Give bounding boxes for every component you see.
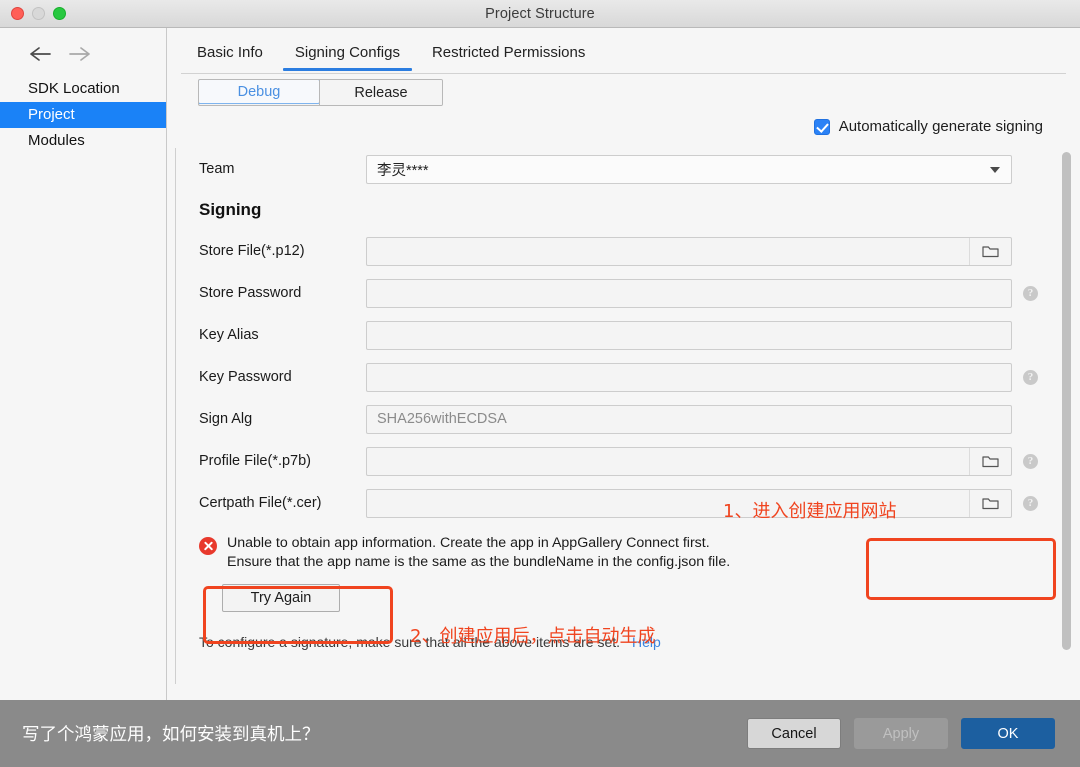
- segment-debug[interactable]: Debug: [199, 80, 320, 104]
- team-label: Team: [199, 161, 235, 177]
- profile-file-help-icon[interactable]: ?: [1023, 453, 1038, 469]
- sign-alg-value: SHA256withECDSA: [377, 411, 507, 427]
- team-value: 李灵****: [377, 162, 429, 179]
- error-message-block: Unable to obtain app information. Create…: [176, 534, 1038, 572]
- error-circle-icon: [199, 537, 217, 555]
- profile-file-label: Profile File(*.p7b): [199, 453, 312, 469]
- cancel-button[interactable]: Cancel: [747, 718, 841, 749]
- vertical-scrollbar-thumb[interactable]: [1062, 152, 1071, 650]
- sidebar-item-sdk-location[interactable]: SDK Location: [0, 76, 166, 102]
- sign-alg-input: SHA256withECDSA: [366, 404, 1012, 434]
- error-line-2: Ensure that the app name is the same as …: [227, 554, 731, 570]
- annotation-step-2-text: 2、创建应用后，点击自动生成: [410, 626, 656, 647]
- error-line-1: Unable to obtain app information. Create…: [227, 535, 710, 551]
- window-title: Project Structure: [485, 5, 595, 22]
- ok-button[interactable]: OK: [961, 718, 1055, 749]
- profile-file-input[interactable]: [366, 446, 1012, 476]
- folder-icon: [982, 496, 999, 510]
- store-password-help-icon[interactable]: ?: [1023, 285, 1038, 301]
- footer-buttons: Cancel Apply OK: [747, 718, 1055, 749]
- key-alias-label: Key Alias: [199, 327, 259, 343]
- certpath-file-help-icon[interactable]: ?: [1023, 495, 1038, 511]
- signing-form-scroll-area: Team 李灵**** ? Signing Store File(*.p12): [175, 148, 1063, 724]
- sidebar-item-modules[interactable]: Modules: [0, 128, 166, 154]
- window-titlebar: Project Structure: [0, 0, 1080, 28]
- dialog-footer: 写了个鸿蒙应用，如何安装到真机上？ Cancel Apply OK: [0, 700, 1080, 767]
- video-caption-text: 写了个鸿蒙应用，如何安装到真机上？: [22, 725, 320, 745]
- apply-button: Apply: [854, 718, 948, 749]
- store-password-input[interactable]: [366, 278, 1012, 308]
- key-password-label: Key Password: [199, 369, 292, 385]
- tab-restricted-permissions[interactable]: Restricted Permissions: [416, 40, 601, 70]
- folder-icon: [982, 244, 999, 258]
- form-row-team: Team 李灵**** ?: [176, 148, 1038, 190]
- sidebar-item-project[interactable]: Project: [0, 102, 166, 128]
- build-variant-segmented-control: Debug Release: [198, 79, 443, 106]
- key-alias-input[interactable]: [366, 320, 1012, 350]
- form-row-sign-alg: Sign Alg SHA256withECDSA ?: [176, 398, 1038, 440]
- forward-arrow-icon[interactable]: [68, 44, 92, 64]
- store-file-label: Store File(*.p12): [199, 243, 305, 259]
- sign-alg-label: Sign Alg: [199, 411, 253, 427]
- form-row-store-password: Store Password ?: [176, 272, 1038, 314]
- store-file-browse-button[interactable]: [969, 237, 1011, 265]
- store-file-input[interactable]: [366, 236, 1012, 266]
- signing-section-title: Signing: [199, 200, 262, 219]
- try-again-wrap: Try Again: [176, 584, 1038, 612]
- form-row-key-password: Key Password ?: [176, 356, 1038, 398]
- form-row-key-alias: Key Alias ?: [176, 314, 1038, 356]
- profile-file-browse-button[interactable]: [969, 447, 1011, 475]
- try-again-button[interactable]: Try Again: [222, 584, 340, 612]
- store-password-label: Store Password: [199, 285, 302, 301]
- certpath-file-input[interactable]: [366, 488, 1012, 518]
- key-password-help-icon[interactable]: ?: [1023, 369, 1038, 385]
- annotation-step-1-text: 1、进入创建应用网站: [723, 501, 897, 522]
- signing-form: Team 李灵**** ? Signing Store File(*.p12): [176, 148, 1038, 650]
- auto-generate-signing-label: Automatically generate signing: [838, 118, 1043, 135]
- sidebar: SDK Location Project Modules: [0, 28, 167, 700]
- tab-basic-info[interactable]: Basic Info: [181, 40, 279, 70]
- chevron-down-icon[interactable]: [990, 167, 1000, 173]
- tabbar: Basic Info Signing Configs Restricted Pe…: [181, 40, 1066, 74]
- vertical-scrollbar[interactable]: [1062, 152, 1071, 664]
- certpath-file-label: Certpath File(*.cer): [199, 495, 322, 511]
- form-row-profile-file: Profile File(*.p7b) ?: [176, 440, 1038, 482]
- tab-signing-configs[interactable]: Signing Configs: [279, 40, 416, 71]
- form-row-certpath-file: Certpath File(*.cer) ?: [176, 482, 1038, 524]
- team-dropdown[interactable]: 李灵****: [366, 154, 1012, 184]
- form-row-store-file: Store File(*.p12) ?: [176, 230, 1038, 272]
- sidebar-nav-arrows: [0, 44, 166, 72]
- error-message-text: Unable to obtain app information. Create…: [227, 534, 730, 572]
- segment-release[interactable]: Release: [320, 80, 442, 105]
- folder-icon: [982, 454, 999, 468]
- project-structure-window: Project Structure SDK Location Project M…: [0, 0, 1080, 767]
- sidebar-list: SDK Location Project Modules: [0, 76, 166, 154]
- back-arrow-icon[interactable]: [28, 44, 52, 64]
- auto-generate-signing-row[interactable]: Automatically generate signing: [813, 118, 1043, 135]
- certpath-file-browse-button[interactable]: [969, 489, 1011, 517]
- auto-generate-signing-checkbox[interactable]: [813, 118, 830, 135]
- key-password-input[interactable]: [366, 362, 1012, 392]
